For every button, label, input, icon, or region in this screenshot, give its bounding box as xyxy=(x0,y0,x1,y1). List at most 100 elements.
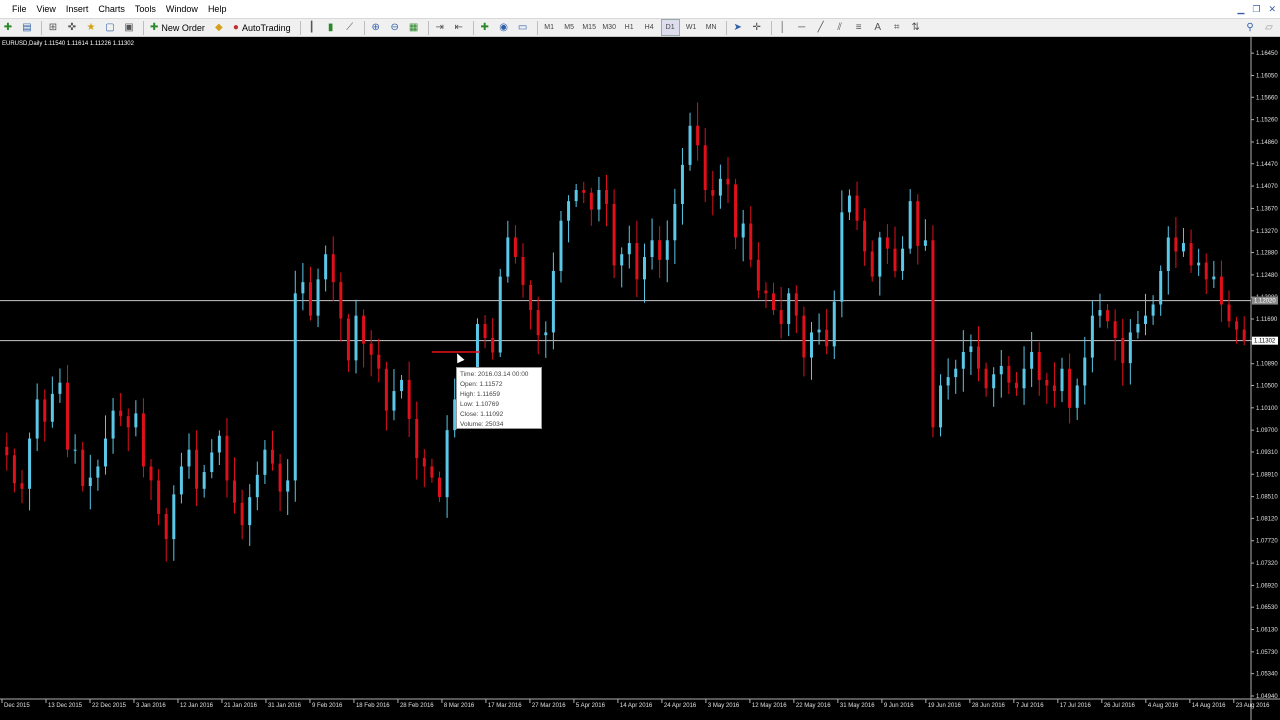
candle-bear xyxy=(195,449,199,489)
chat-icon[interactable]: ▱ xyxy=(1261,20,1277,35)
horizontal-line-icon[interactable]: ─ xyxy=(794,20,810,35)
timeframe-h4[interactable]: H4 xyxy=(641,20,658,35)
terminal-icon[interactable]: ▢ xyxy=(102,20,118,35)
new-order-button[interactable]: ✚ New Order xyxy=(147,20,208,35)
autotrading-button[interactable]: ● AutoTrading xyxy=(230,20,294,35)
menu-view[interactable]: View xyxy=(37,0,56,19)
candle-bull xyxy=(878,237,882,277)
menu-insert[interactable]: Insert xyxy=(66,0,89,19)
favorites-icon[interactable]: ★ xyxy=(83,20,99,35)
timeframe-m5[interactable]: M5 xyxy=(561,20,578,35)
menu-file[interactable]: File xyxy=(12,0,27,19)
strategy-tester-icon[interactable]: ▣ xyxy=(121,20,137,35)
menu-charts[interactable]: Charts xyxy=(98,0,125,19)
tooltip-low: Low: 1.10769 xyxy=(460,401,500,408)
zoom-out-icon[interactable]: ⊖ xyxy=(387,20,403,35)
candle-bear xyxy=(870,251,874,277)
menu-tools[interactable]: Tools xyxy=(135,0,156,19)
vertical-line-icon[interactable]: │ xyxy=(775,20,791,35)
autotrading-label: AutoTrading xyxy=(241,22,291,33)
y-tick-label: 1.08510 xyxy=(1256,495,1278,501)
candle-bear xyxy=(703,145,707,191)
text-icon[interactable]: A xyxy=(870,20,886,35)
market-watch-icon[interactable]: ⊞ xyxy=(45,20,61,35)
timeframe-d1[interactable]: D1 xyxy=(660,19,680,36)
chart-window[interactable]: 1.16450 1.16050 1.15660 1.15260 1.14860 1.144… xyxy=(0,37,1280,720)
candle-bull xyxy=(817,329,821,333)
candle-bear xyxy=(977,346,981,369)
search-icon[interactable]: ⚲ xyxy=(1242,20,1258,35)
candle-bear xyxy=(483,324,487,339)
chart-shift-icon[interactable]: ⇥ xyxy=(432,20,448,35)
candle-bull xyxy=(354,315,358,361)
candle-bull xyxy=(954,368,958,378)
menu-window[interactable]: Window xyxy=(166,0,198,19)
candle-bear xyxy=(384,368,388,411)
indicators-icon[interactable]: ✚ xyxy=(477,20,493,35)
candle-bear xyxy=(825,329,829,347)
timeframe-h1[interactable]: H1 xyxy=(621,20,638,35)
candle-bear xyxy=(1174,237,1178,252)
candle-bull xyxy=(567,201,571,221)
y-tick-label: 1.06530 xyxy=(1256,605,1278,611)
candlestick-icon[interactable]: ▮ xyxy=(323,20,339,35)
candle-bull xyxy=(673,203,677,241)
candle-bear xyxy=(802,315,806,358)
trendline-icon[interactable]: ╱ xyxy=(813,20,829,35)
label-icon[interactable]: ⌗ xyxy=(889,20,905,35)
timeframe-m30[interactable]: M30 xyxy=(601,20,618,35)
current-price-label: 1.11302 xyxy=(1254,339,1276,345)
line-chart-icon[interactable]: ⟋ xyxy=(342,20,358,35)
candle-bear xyxy=(536,310,540,336)
cursor-icon[interactable]: ➤ xyxy=(730,20,746,35)
minimize-icon[interactable]: ▁ xyxy=(1237,4,1244,15)
timeframe-m15[interactable]: M15 xyxy=(581,20,598,35)
fibonacci-icon[interactable]: ≡ xyxy=(851,20,867,35)
arrows-icon[interactable]: ⇅ xyxy=(908,20,924,35)
timeframe-m1[interactable]: M1 xyxy=(541,20,558,35)
price-chart[interactable]: 1.16450 1.16050 1.15660 1.15260 1.14860 1.144… xyxy=(0,37,1280,720)
candle-bull xyxy=(73,449,77,451)
candle-bear xyxy=(726,178,730,185)
candle-bull xyxy=(172,494,176,540)
menu-help[interactable]: Help xyxy=(208,0,227,19)
candle-bull xyxy=(1197,262,1201,266)
candle-bull xyxy=(847,195,851,213)
timeframe-w1[interactable]: W1 xyxy=(683,20,700,35)
y-tick-label: 1.05730 xyxy=(1256,650,1278,656)
zoom-in-icon[interactable]: ⊕ xyxy=(368,20,384,35)
candle-bear xyxy=(1037,351,1041,380)
crosshair-icon[interactable]: ✛ xyxy=(749,20,765,35)
autoscroll-icon[interactable]: ⇤ xyxy=(451,20,467,35)
profiles-icon[interactable]: ▤ xyxy=(19,20,35,35)
candle-bull xyxy=(35,399,39,439)
tile-windows-icon[interactable]: ▦ xyxy=(406,20,422,35)
templates-icon[interactable]: ▭ xyxy=(515,20,531,35)
candle-bull xyxy=(1136,324,1140,333)
candle-bull xyxy=(103,438,107,467)
close-icon[interactable]: ✕ xyxy=(1268,4,1276,15)
candle-tooltip: Time: 2016.03.14 00:00 Open: 1.11572 Hig… xyxy=(456,367,542,429)
timeframe-mn[interactable]: MN xyxy=(703,20,720,35)
candle-bull xyxy=(992,374,996,389)
candle-bear xyxy=(1007,365,1011,383)
x-tick-label: 28 Jun 2016 xyxy=(972,703,1006,709)
navigator-icon[interactable]: ✜ xyxy=(64,20,80,35)
candle-bull xyxy=(908,201,912,249)
candle-bear xyxy=(772,293,776,311)
channel-icon[interactable]: ⫽ xyxy=(832,20,848,35)
restore-icon[interactable]: ❐ xyxy=(1252,4,1260,15)
candle-bear xyxy=(331,254,335,283)
candle-bear xyxy=(1045,379,1049,386)
candle-bull xyxy=(88,477,92,487)
new-chart-icon[interactable]: ✚ xyxy=(0,20,16,35)
bar-chart-icon[interactable]: ┃ xyxy=(304,20,320,35)
metaeditor-icon[interactable]: ◆ xyxy=(211,20,227,35)
candle-bull xyxy=(1060,368,1064,392)
candle-bull xyxy=(1030,351,1034,369)
candle-bull xyxy=(248,497,252,526)
candle-bull xyxy=(627,243,631,255)
candle-bear xyxy=(1113,321,1117,339)
y-tick-label: 1.13270 xyxy=(1256,229,1278,235)
periods-icon[interactable]: ◉ xyxy=(496,20,512,35)
